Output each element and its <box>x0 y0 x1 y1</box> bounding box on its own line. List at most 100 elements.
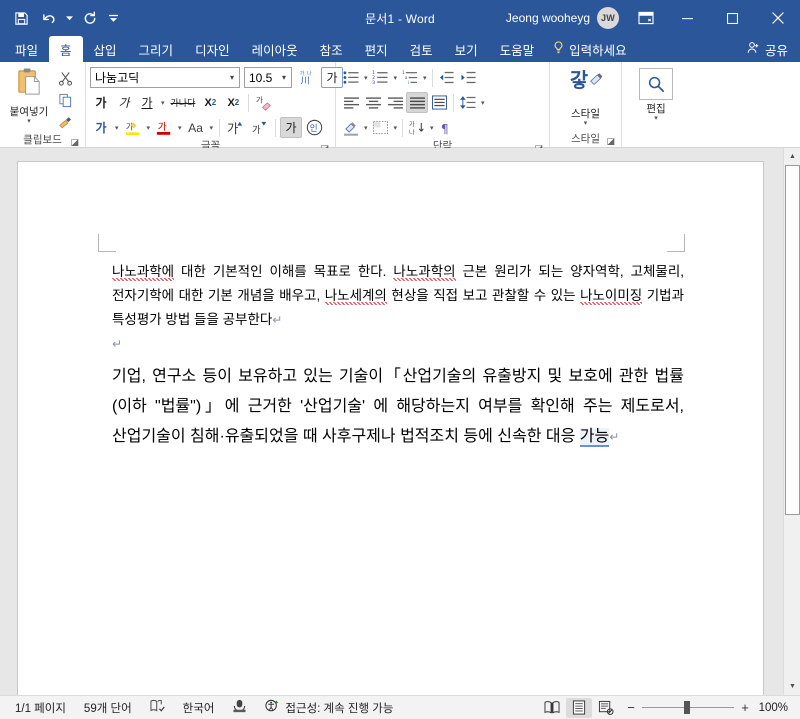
align-center-button[interactable] <box>362 92 384 113</box>
increase-indent-button[interactable] <box>458 67 480 88</box>
bullets-dropdown-icon[interactable]: ▾ <box>362 74 370 82</box>
paragraph-1[interactable]: 나노과학에 대한 기본적인 이해를 목표로 한다. 나노과학의 근본 원리가 되… <box>112 260 684 332</box>
bullets-button[interactable] <box>340 67 362 88</box>
document-text-column[interactable]: 나노과학에 대한 기본적인 이해를 목표로 한다. 나노과학의 근본 원리가 되… <box>112 260 684 452</box>
paragraph-empty[interactable]: ↵ <box>112 332 684 356</box>
styles-dropdown-icon[interactable]: ▾ <box>584 120 588 127</box>
accessibility-status[interactable]: 접근성: 계속 진행 가능 <box>256 698 402 718</box>
bold-button[interactable]: 가 <box>90 92 112 113</box>
minimize-button[interactable] <box>665 0 710 36</box>
tab-mailings[interactable]: 편지 <box>354 36 399 62</box>
scrollbar-thumb[interactable] <box>785 165 800 515</box>
tab-draw[interactable]: 그리기 <box>128 36 185 62</box>
tab-home[interactable]: 홈 <box>49 36 83 62</box>
language-indicator[interactable]: 한국어 <box>174 698 224 718</box>
tell-me-box[interactable]: 입력하세요 <box>545 36 637 62</box>
italic-button[interactable]: 가 <box>113 92 135 113</box>
strikethrough-button[interactable]: 가나다 <box>168 92 199 113</box>
tab-layout[interactable]: 레이아웃 <box>241 36 309 62</box>
phonetic-guide-button[interactable]: 가나川 <box>296 67 318 88</box>
view-web-layout-button[interactable] <box>593 698 619 718</box>
tab-view[interactable]: 보기 <box>444 36 489 62</box>
close-button[interactable] <box>755 0 800 36</box>
highlight-color-button[interactable]: 가 <box>122 117 144 138</box>
word-count[interactable]: 59개 단어 <box>75 698 141 718</box>
zoom-out-button[interactable]: − <box>626 700 636 715</box>
page-indicator[interactable]: 1/1 페이지 <box>6 698 75 718</box>
sort-button[interactable]: 가나 <box>406 117 428 138</box>
tab-file[interactable]: 파일 <box>4 36 49 62</box>
undo-dropdown-icon[interactable] <box>64 5 75 31</box>
cut-button[interactable] <box>54 68 76 89</box>
underline-button[interactable]: 가 <box>136 92 158 113</box>
zoom-level-label[interactable]: 100% <box>756 702 788 714</box>
dictate-button[interactable] <box>223 698 256 718</box>
paste-dropdown-icon[interactable]: ▾ <box>27 118 31 125</box>
sort-dropdown-icon[interactable]: ▾ <box>428 124 436 132</box>
text-effects-dropdown-icon[interactable]: ▾ <box>113 124 121 132</box>
tab-design[interactable]: 디자인 <box>184 36 241 62</box>
copy-button[interactable] <box>54 90 76 111</box>
document-page[interactable]: 나노과학에 대한 기본적인 이해를 목표로 한다. 나노과학의 근본 원리가 되… <box>18 162 763 695</box>
clear-formatting-button[interactable]: 가 <box>253 92 276 113</box>
maximize-button[interactable] <box>710 0 755 36</box>
format-painter-button[interactable] <box>54 112 76 133</box>
font-name-combo[interactable]: 나눔고딕 ▾ <box>90 67 240 88</box>
borders-button[interactable] <box>370 117 392 138</box>
shading-dropdown-icon[interactable]: ▾ <box>362 124 370 132</box>
font-color-button[interactable]: 가 <box>153 117 175 138</box>
redo-icon[interactable] <box>77 5 103 31</box>
tab-help[interactable]: 도움말 <box>489 36 546 62</box>
change-case-button[interactable]: Aa <box>185 117 207 138</box>
styles-dialog-launcher[interactable]: ◪ <box>606 137 615 146</box>
numbering-dropdown-icon[interactable]: ▾ <box>392 74 400 82</box>
paste-button[interactable]: 붙여넣기 ▾ <box>4 65 54 125</box>
borders-dropdown-icon[interactable]: ▾ <box>392 124 400 132</box>
show-formatting-marks-button[interactable]: ¶ <box>436 117 458 138</box>
editing-button[interactable]: 편집 ▾ <box>627 65 685 122</box>
editing-dropdown-icon[interactable]: ▾ <box>654 115 658 122</box>
view-read-mode-button[interactable] <box>539 698 565 718</box>
tab-insert[interactable]: 삽입 <box>83 36 128 62</box>
change-case-dropdown-icon[interactable]: ▾ <box>208 124 216 132</box>
share-button[interactable]: 공유 <box>735 36 800 62</box>
subscript-button[interactable]: X2 <box>199 92 221 113</box>
align-left-button[interactable] <box>340 92 362 113</box>
ribbon-display-options-icon[interactable] <box>627 4 665 32</box>
text-effects-button[interactable]: 가 <box>90 117 112 138</box>
scroll-down-button[interactable]: ▼ <box>784 678 800 695</box>
customize-qat-icon[interactable] <box>105 5 121 31</box>
underline-dropdown-icon[interactable]: ▾ <box>159 99 167 107</box>
vertical-scrollbar[interactable]: ▲ ▼ <box>783 148 800 695</box>
multilevel-list-button[interactable]: 1ai <box>399 67 421 88</box>
font-size-dropdown-icon[interactable]: ▾ <box>277 73 291 82</box>
numbering-button[interactable]: 123 <box>370 67 392 88</box>
superscript-button[interactable]: X2 <box>222 92 244 113</box>
line-spacing-button[interactable] <box>457 92 479 113</box>
zoom-slider[interactable] <box>642 701 734 714</box>
distribute-button[interactable] <box>428 92 450 113</box>
font-color-dropdown-icon[interactable]: ▾ <box>176 124 184 132</box>
align-right-button[interactable] <box>384 92 406 113</box>
account-button[interactable]: Jeong wooheyg JW <box>500 5 627 31</box>
proofing-status-button[interactable] <box>141 698 174 718</box>
clipboard-dialog-launcher[interactable]: ◪ <box>70 138 79 147</box>
multilevel-dropdown-icon[interactable]: ▾ <box>421 74 429 82</box>
line-spacing-dropdown-icon[interactable]: ▾ <box>479 99 487 107</box>
zoom-slider-thumb[interactable] <box>684 701 690 714</box>
highlight-dropdown-icon[interactable]: ▾ <box>145 124 153 132</box>
zoom-in-button[interactable]: + <box>740 700 750 715</box>
tab-references[interactable]: 참조 <box>309 36 354 62</box>
decrease-indent-button[interactable] <box>436 67 458 88</box>
shading-button[interactable] <box>340 117 362 138</box>
circled-character-button[interactable]: 인 <box>303 117 326 138</box>
scroll-up-button[interactable]: ▲ <box>784 148 800 165</box>
font-name-dropdown-icon[interactable]: ▾ <box>225 73 239 82</box>
shrink-font-button[interactable]: 가 <box>248 117 271 138</box>
save-icon[interactable] <box>8 5 34 31</box>
grow-font-button[interactable]: 가 <box>224 117 247 138</box>
justify-button[interactable] <box>406 92 428 113</box>
character-shading-button[interactable]: 가 <box>280 117 303 138</box>
tab-review[interactable]: 검토 <box>399 36 444 62</box>
view-print-layout-button[interactable] <box>566 697 592 718</box>
